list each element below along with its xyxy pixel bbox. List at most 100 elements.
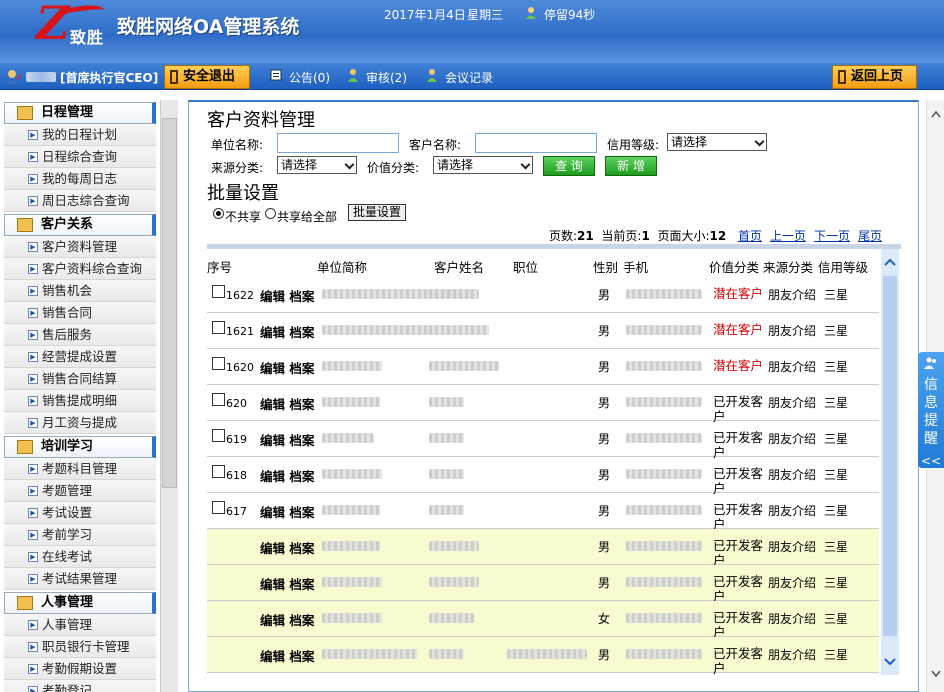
sidebar-item[interactable]: ▶ 考题管理 bbox=[4, 480, 156, 502]
sidebar-item[interactable]: ▶ 售后服务 bbox=[4, 324, 156, 346]
archive-link[interactable]: 档案 bbox=[289, 505, 314, 520]
pages-value: 21 bbox=[577, 229, 594, 243]
prev-page-link[interactable]: 上一页 bbox=[770, 229, 806, 243]
last-page-link[interactable]: 尾页 bbox=[858, 229, 882, 243]
info-reminder-tab[interactable]: 信息提醒 << bbox=[918, 352, 944, 468]
sidebar-item[interactable]: ▶ 考前学习 bbox=[4, 524, 156, 546]
scroll-down-icon[interactable] bbox=[884, 657, 896, 667]
sidebar-item[interactable]: ▶ 考试结果管理 bbox=[4, 568, 156, 590]
sidebar-item[interactable]: ▶ 在线考试 bbox=[4, 546, 156, 568]
sidebar-item[interactable]: ▶ 销售合同 bbox=[4, 302, 156, 324]
source-select[interactable]: 请选择 bbox=[277, 156, 357, 174]
review-link[interactable]: 审核(2) bbox=[366, 69, 407, 86]
sidebar-item[interactable]: ▶ 我的日程计划 bbox=[4, 124, 156, 146]
query-button[interactable]: 查 询 bbox=[543, 156, 595, 176]
archive-link[interactable]: 档案 bbox=[289, 433, 314, 448]
sidebar-group[interactable]: 客户关系 bbox=[4, 214, 156, 236]
sidebar-item-label: 销售合同结算 bbox=[42, 371, 118, 386]
archive-link[interactable]: 档案 bbox=[289, 289, 314, 304]
customer-name-input[interactable] bbox=[475, 133, 597, 153]
archive-link[interactable]: 档案 bbox=[289, 649, 314, 664]
current-page-value: 1 bbox=[641, 229, 650, 243]
next-page-link[interactable]: 下一页 bbox=[814, 229, 850, 243]
edit-link[interactable]: 编辑 bbox=[260, 289, 285, 304]
notice-icon bbox=[270, 69, 282, 81]
archive-link[interactable]: 档案 bbox=[289, 325, 314, 340]
logout-button[interactable]: 安全退出 bbox=[164, 65, 250, 89]
scroll-up-icon[interactable] bbox=[884, 257, 896, 267]
sidebar-item[interactable]: ▶ 客户资料综合查询 bbox=[4, 258, 156, 280]
row-checkbox[interactable] bbox=[212, 321, 225, 334]
archive-link[interactable]: 档案 bbox=[289, 613, 314, 628]
arrow-right-icon: ▶ bbox=[28, 286, 38, 296]
edit-link[interactable]: 编辑 bbox=[260, 325, 285, 340]
edit-link[interactable]: 编辑 bbox=[260, 649, 285, 664]
row-checkbox[interactable] bbox=[212, 285, 225, 298]
add-button[interactable]: 新 增 bbox=[605, 156, 657, 176]
batch-set-button[interactable]: 批量设置 bbox=[348, 204, 406, 221]
edit-link[interactable]: 编辑 bbox=[260, 505, 285, 520]
back-label: 返回上页 bbox=[851, 69, 904, 84]
sidebar-item[interactable]: ▶ 日程综合查询 bbox=[4, 146, 156, 168]
sidebar-scroll-thumb[interactable] bbox=[162, 118, 177, 488]
row-checkbox[interactable] bbox=[212, 393, 225, 406]
row-sex: 男 bbox=[598, 288, 611, 302]
row-checkbox[interactable] bbox=[212, 465, 225, 478]
sidebar-item[interactable]: ▶ 我的每周日志 bbox=[4, 168, 156, 190]
credit-level-select[interactable]: 请选择 bbox=[667, 133, 767, 151]
edit-link[interactable]: 编辑 bbox=[260, 433, 285, 448]
radio-no-share[interactable] bbox=[213, 208, 224, 219]
sidebar-item[interactable]: ▶ 考勤登记 bbox=[4, 680, 156, 692]
edit-link[interactable]: 编辑 bbox=[260, 361, 285, 376]
edit-link[interactable]: 编辑 bbox=[260, 613, 285, 628]
edit-link[interactable]: 编辑 bbox=[260, 397, 285, 412]
sidebar-item[interactable]: ▶ 客户资料管理 bbox=[4, 236, 156, 258]
sidebar-item[interactable]: ▶ 考勤假期设置 bbox=[4, 658, 156, 680]
customer-name-blurred bbox=[429, 361, 499, 371]
sidebar-group[interactable]: 日程管理 bbox=[4, 102, 156, 124]
sidebar-item[interactable]: ▶ 人事管理 bbox=[4, 614, 156, 636]
back-button[interactable]: 返回上页 bbox=[832, 65, 917, 89]
sidebar-item[interactable]: ▶ 销售合同结算 bbox=[4, 368, 156, 390]
archive-link[interactable]: 档案 bbox=[289, 577, 314, 592]
radio-share-all[interactable] bbox=[265, 208, 276, 219]
edit-link[interactable]: 编辑 bbox=[260, 577, 285, 592]
page-scroll-up-icon[interactable] bbox=[931, 110, 941, 118]
row-checkbox[interactable] bbox=[212, 429, 225, 442]
sidebar-group[interactable]: 人事管理 bbox=[4, 592, 156, 614]
sidebar-item[interactable]: ▶ 销售提成明细 bbox=[4, 390, 156, 412]
mobile-blurred bbox=[626, 361, 702, 371]
sidebar-item[interactable]: ▶ 考试设置 bbox=[4, 502, 156, 524]
first-page-link[interactable]: 首页 bbox=[738, 229, 762, 243]
row-checkbox[interactable] bbox=[212, 501, 225, 514]
sidebar-scrollbar[interactable] bbox=[160, 100, 178, 692]
value-class-select[interactable]: 请选择 bbox=[433, 156, 533, 174]
table-scrollbar[interactable] bbox=[881, 249, 899, 675]
customer-name-blurred bbox=[429, 613, 474, 623]
edit-link[interactable]: 编辑 bbox=[260, 469, 285, 484]
archive-link[interactable]: 档案 bbox=[289, 541, 314, 556]
sidebar-item[interactable]: ▶ 经营提成设置 bbox=[4, 346, 156, 368]
credit-level-value: 请选择 bbox=[671, 135, 708, 149]
page-scroll-down-icon[interactable] bbox=[931, 670, 941, 678]
chevron-down-icon bbox=[754, 136, 765, 147]
sidebar-item[interactable]: ▶ 销售机会 bbox=[4, 280, 156, 302]
table-row: 1621 编辑 档案 男 潜在客户 朋友介绍 三星 bbox=[207, 313, 879, 349]
sidebar-item-label: 考勤登记 bbox=[42, 683, 93, 692]
archive-link[interactable]: 档案 bbox=[289, 361, 314, 376]
sidebar-item[interactable]: ▶ 考题科目管理 bbox=[4, 458, 156, 480]
sidebar-item[interactable]: ▶ 职员银行卡管理 bbox=[4, 636, 156, 658]
sidebar-item-label: 客户资料综合查询 bbox=[42, 261, 143, 276]
archive-link[interactable]: 档案 bbox=[289, 397, 314, 412]
sidebar-group[interactable]: 培训学习 bbox=[4, 436, 156, 458]
meeting-link[interactable]: 会议记录 bbox=[445, 69, 493, 86]
sidebar-item[interactable]: ▶ 周日志综合查询 bbox=[4, 190, 156, 212]
notice-link[interactable]: 公告(0) bbox=[289, 69, 330, 86]
sidebar-item[interactable]: ▶ 月工资与提成 bbox=[4, 412, 156, 434]
row-checkbox[interactable] bbox=[212, 357, 225, 370]
unit-name-input[interactable] bbox=[277, 133, 399, 153]
archive-link[interactable]: 档案 bbox=[289, 469, 314, 484]
edit-link[interactable]: 编辑 bbox=[260, 541, 285, 556]
table-scroll-thumb[interactable] bbox=[883, 276, 897, 636]
row-sex: 男 bbox=[598, 504, 611, 518]
